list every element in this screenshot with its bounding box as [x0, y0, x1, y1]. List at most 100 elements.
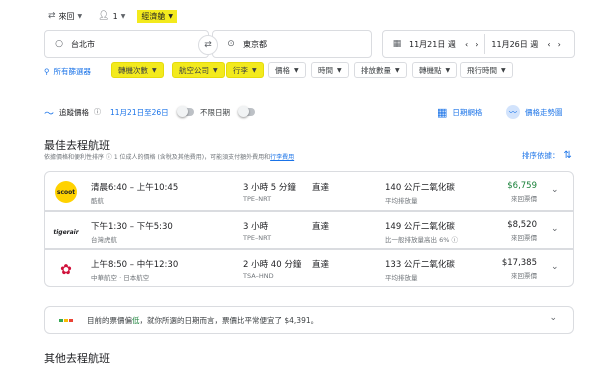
passengers-select[interactable]: 👤︎ 1 ▼	[94, 10, 129, 22]
expand-chevron-icon[interactable]: ⌄	[551, 185, 559, 195]
info-icon: ⓘ	[94, 108, 101, 116]
other-flights-title: 其他去程航班	[44, 352, 110, 365]
flight-row[interactable]: scoot 清晨6:40 – 上午10:45 酷航 3 小時 5 分鐘 TPE–…	[44, 171, 574, 211]
swap-button[interactable]: ⇄	[198, 35, 218, 55]
swap-icon: ⇄	[204, 40, 212, 50]
circle-icon: ○	[55, 39, 63, 49]
track-dates: 11月21日至26日	[110, 107, 169, 117]
flight-price-block: $17,385 來回票價	[485, 258, 537, 280]
price-note: 來回票價	[511, 195, 537, 203]
price-note: 來回票價	[511, 234, 537, 242]
airline-logo: ✿	[55, 259, 77, 281]
flight-stops: 直達	[312, 222, 330, 232]
date-divider	[484, 34, 486, 54]
flight-price: $17,385	[501, 258, 537, 268]
flight-emissions-block: 140 公斤二氧化碳 平均排放量	[385, 181, 455, 205]
passengers-count: 1	[112, 11, 118, 21]
person-icon: 👤︎	[98, 11, 110, 21]
emissions-filter-chip[interactable]: 排放數量 ▼	[354, 62, 407, 78]
duration-filter-chip[interactable]: 飛行時間 ▼	[460, 62, 513, 78]
flight-emissions-block: 149 公斤二氧化碳 比一般排放量高出 6% ⓘ	[385, 220, 458, 244]
bag-fees-link[interactable]: 行李費用	[270, 154, 294, 161]
caret-down-icon: ▼	[77, 12, 83, 20]
track-dates-toggle[interactable]	[176, 106, 194, 117]
airline-logo: tigerair	[53, 221, 79, 243]
flight-emissions: 149 公斤二氧化碳	[385, 222, 455, 232]
cabin-class-select[interactable]: 經濟艙 ▼	[137, 9, 177, 23]
any-dates-label: 不限日期	[200, 107, 230, 117]
sort-by-label: 排序依據：	[522, 151, 560, 160]
return-prev-icon[interactable]: ‹	[547, 40, 550, 49]
emissions-filter-label: 排放數量	[361, 65, 391, 75]
caret-down-icon: ▼	[252, 66, 257, 74]
flight-route: TSA–HND	[243, 272, 274, 280]
flight-price: $6,759	[507, 181, 537, 191]
top-options-bar: ⇄ 來回 ▼ 👤︎ 1 ▼ 經濟艙 ▼	[44, 8, 177, 24]
caret-down-icon: ▼	[395, 66, 400, 74]
airline-logo-text: scoot	[56, 188, 76, 196]
sort-arrows-icon: ⇅	[563, 150, 572, 161]
caret-down-icon: ▼	[120, 12, 126, 20]
all-filters-button[interactable]: ⚲ 所有篩選器	[44, 64, 91, 78]
trip-type-label: 來回	[58, 11, 75, 21]
caret-down-icon: ▼	[501, 66, 506, 74]
depart-prev-icon[interactable]: ‹	[465, 40, 468, 49]
expand-chevron-icon[interactable]: ⌄	[551, 224, 559, 234]
flight-duration: 3 小時 5 分鐘	[243, 183, 296, 193]
best-flights-subtitle: 依據價格和便利性排序 ⓘ 1 位成人的價格 (含稅及其他費用)，可能須支付額外費…	[44, 152, 294, 161]
sort-by-button[interactable]: 排序依據： ⇅	[522, 150, 572, 161]
price-filter-chip[interactable]: 價格 ▼	[268, 62, 306, 78]
flight-times-block: 上午8:50 – 中午12:30 中華航空 · 日本航空	[91, 258, 178, 282]
bags-filter-chip[interactable]: 行李 ▼	[226, 62, 264, 78]
flight-duration-block: 3 小時 5 分鐘 TPE–NRT	[243, 181, 296, 203]
connecting-airports-filter-chip[interactable]: 轉機點 ▼	[412, 62, 458, 78]
depart-next-icon[interactable]: ›	[475, 40, 478, 49]
flight-emissions: 133 公斤二氧化碳	[385, 260, 455, 270]
origin-field[interactable]: ○ 台北市	[44, 30, 209, 58]
date-range-field[interactable]: ▦ 11月21日 週 ‹ › 11月26日 週 ‹ ›	[382, 30, 575, 58]
flight-price: $8,520	[507, 220, 537, 230]
destination-value: 東京都	[243, 39, 267, 49]
return-next-icon[interactable]: ›	[558, 40, 561, 49]
any-dates-toggle[interactable]	[238, 106, 255, 117]
location-pin-icon: ⊙	[227, 39, 235, 49]
price-insight-text-before: 目前的票價偏	[87, 315, 132, 325]
emissions-note: 比一般排放量高出 6% ⓘ	[385, 236, 458, 244]
depart-date[interactable]: 11月21日 週	[409, 39, 461, 50]
flight-price-block: $6,759 來回票價	[485, 181, 537, 203]
trip-type-select[interactable]: ⇄ 來回 ▼	[44, 10, 86, 23]
return-date[interactable]: 11月26日 週	[491, 39, 543, 50]
caret-down-icon: ▼	[294, 66, 299, 74]
times-filter-chip[interactable]: 時間 ▼	[311, 62, 349, 78]
flight-stops: 直達	[312, 183, 330, 193]
destination-field[interactable]: ⊙ 東京都	[212, 30, 372, 58]
flight-row[interactable]: tigerair 下午1:30 – 下午5:30 台灣虎航 3 小時 TPE–N…	[44, 211, 574, 249]
expand-chevron-icon[interactable]: ⌄	[551, 262, 559, 272]
stops-filter-chip[interactable]: 轉機次數 ▼	[111, 62, 164, 78]
price-insight-card[interactable]: 目前的票價偏 低 ，就你所選的日期而言，票價比平常便宜了 $4,391。 ⌄	[44, 306, 574, 334]
caret-down-icon: ▼	[445, 66, 451, 74]
stops-filter-label: 轉機次數	[118, 65, 148, 75]
flight-airline: 台灣虎航	[91, 236, 117, 244]
flight-row[interactable]: ✿ 上午8:50 – 中午12:30 中華航空 · 日本航空 2 小時 40 分…	[44, 249, 574, 287]
expand-chevron-icon[interactable]: ⌄	[549, 313, 557, 323]
origin-value: 台北市	[71, 39, 95, 49]
cabin-class-label: 經濟艙	[141, 11, 166, 21]
times-filter-label: 時間	[318, 65, 333, 75]
flight-emissions-block: 133 公斤二氧化碳 平均排放量	[385, 258, 455, 282]
price-insight-text-after: ，就你所選的日期而言，票價比平常便宜了 $4,391。	[139, 315, 319, 325]
airline-logo: scoot	[55, 181, 77, 203]
caret-down-icon: ▼	[337, 66, 342, 74]
date-grid-label: 日期網格	[452, 107, 483, 117]
airlines-filter-chip[interactable]: 航空公司 ▼	[172, 62, 225, 78]
flight-duration-block: 3 小時 TPE–NRT	[243, 220, 271, 242]
airline-logo-text: tigerair	[53, 228, 79, 236]
date-grid-button[interactable]: ▦ 日期網格	[437, 104, 482, 120]
price-note: 來回票價	[511, 272, 537, 280]
price-graph-button[interactable]: 〰 價格走勢圖	[506, 104, 563, 120]
flight-times-block: 下午1:30 – 下午5:30 台灣虎航	[91, 220, 173, 244]
best-flights-title: 最佳去程航班	[44, 139, 110, 152]
flight-route: TPE–NRT	[243, 195, 272, 203]
flight-duration: 2 小時 40 分鐘	[243, 260, 302, 270]
best-subtitle-text: 依據價格和便利性排序 ⓘ 1 位成人的價格 (含稅及其他費用)，可能須支付額外費…	[44, 154, 271, 161]
